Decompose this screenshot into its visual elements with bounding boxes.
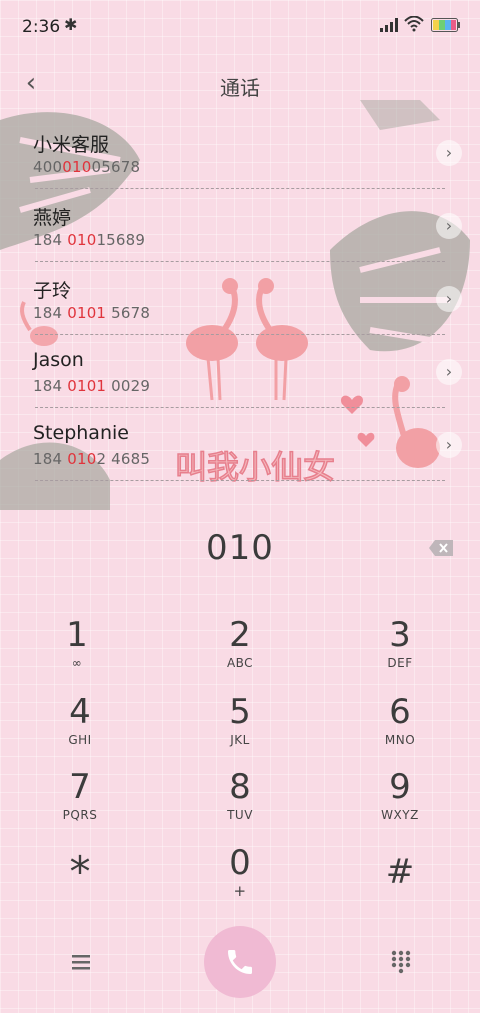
contact-number: 184 0102 4685 xyxy=(33,450,151,468)
contact-number: 184 01015689 xyxy=(33,231,146,249)
bluetooth-icon: ✱ xyxy=(64,15,78,34)
call-button[interactable] xyxy=(204,926,276,998)
key-2[interactable]: 2 ABC xyxy=(180,615,300,685)
voicemail-icon: ∞ xyxy=(71,656,83,670)
contact-name: 子玲 xyxy=(33,280,72,302)
dialed-number: 010 xyxy=(206,528,274,568)
signal-icon xyxy=(380,18,398,32)
contact-detail-chevron-icon[interactable]: › xyxy=(436,213,462,239)
key-0[interactable]: 0 + xyxy=(180,843,300,913)
contact-name: Stephanie xyxy=(33,422,129,444)
contact-number: 184 0101 5678 xyxy=(33,304,151,322)
contact-item[interactable]: Jason 184 0101 0029 › xyxy=(0,335,480,408)
menu-icon[interactable] xyxy=(66,947,96,977)
key-hash[interactable]: # xyxy=(340,852,460,922)
contact-detail-chevron-icon[interactable]: › xyxy=(436,359,462,385)
contact-item[interactable]: 小米客服 40001005678 › xyxy=(0,116,480,189)
key-1[interactable]: 1 ∞ xyxy=(17,615,137,685)
backspace-icon[interactable] xyxy=(429,540,453,556)
contact-item[interactable]: 燕婷 184 01015689 › xyxy=(0,189,480,262)
contact-item[interactable]: Stephanie 184 0102 4685 › xyxy=(0,408,480,481)
contact-detail-chevron-icon[interactable]: › xyxy=(436,432,462,458)
contact-name: 燕婷 xyxy=(33,207,72,229)
key-4[interactable]: 4 GHI xyxy=(20,692,140,762)
key-5[interactable]: 5 JKL xyxy=(180,692,300,762)
contact-number: 40001005678 xyxy=(33,158,141,176)
page-title: 通话 xyxy=(220,76,260,100)
divider xyxy=(35,480,445,481)
contact-item[interactable]: 子玲 184 0101 5678 › xyxy=(0,262,480,335)
contact-name: 小米客服 xyxy=(33,134,110,156)
status-time: 2:36 xyxy=(22,17,61,37)
status-bar: 2:36 ✱ xyxy=(0,0,480,52)
key-star[interactable]: * xyxy=(20,851,140,922)
header: ‹ 通话 xyxy=(0,60,480,110)
contact-list[interactable]: 小米客服 40001005678 › 燕婷 184 01015689 › 子玲 … xyxy=(0,116,480,506)
contact-detail-chevron-icon[interactable]: › xyxy=(436,140,462,166)
key-7[interactable]: 7 PQRS xyxy=(20,767,140,837)
dial-display: 010 xyxy=(0,522,480,578)
battery-icon xyxy=(431,18,460,32)
key-3[interactable]: 3 DEF xyxy=(340,615,460,685)
keypad-icon[interactable] xyxy=(386,947,416,977)
key-8[interactable]: 8 TUV xyxy=(180,767,300,837)
bottom-bar xyxy=(0,925,480,1000)
wifi-icon xyxy=(404,16,424,32)
key-6[interactable]: 6 MNO xyxy=(340,692,460,762)
contact-detail-chevron-icon[interactable]: › xyxy=(436,286,462,312)
contact-number: 184 0101 0029 xyxy=(33,377,151,395)
phone-icon xyxy=(228,950,252,974)
key-9[interactable]: 9 WXYZ xyxy=(340,767,460,837)
contact-name: Jason xyxy=(33,349,84,371)
